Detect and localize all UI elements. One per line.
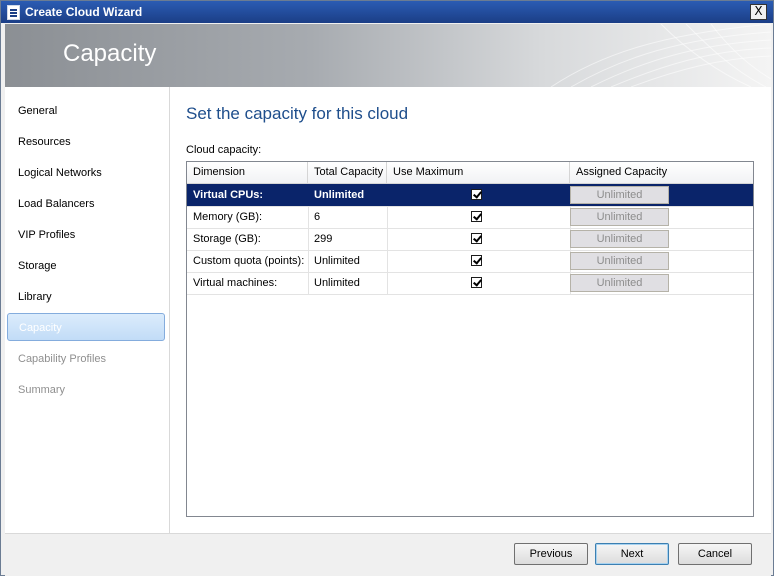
sidebar-item-summary: Summary xyxy=(18,384,66,396)
table-row[interactable]: Memory (GB): 6 Unlimited xyxy=(187,206,753,229)
decorative-wave-graphic xyxy=(550,24,771,87)
column-divider xyxy=(387,250,388,272)
sidebar-item-resources[interactable]: Resources xyxy=(7,128,165,156)
cell-dimension: Memory (GB): xyxy=(193,211,263,223)
use-maximum-checkbox[interactable] xyxy=(471,277,482,288)
sidebar-item-load-balancers[interactable]: Load Balancers xyxy=(7,190,165,218)
column-header-total-capacity[interactable]: Total Capacity xyxy=(308,162,387,183)
next-button[interactable]: Next xyxy=(595,543,669,565)
app-icon xyxy=(7,5,20,20)
use-maximum-checkbox[interactable] xyxy=(471,255,482,266)
assigned-capacity-field: Unlimited xyxy=(570,186,669,204)
column-header-assigned-capacity[interactable]: Assigned Capacity xyxy=(570,162,753,183)
wizard-footer: Previous Next Cancel xyxy=(5,533,771,576)
title-bar: Create Cloud Wizard X xyxy=(1,1,773,23)
window-title: Create Cloud Wizard xyxy=(25,5,143,19)
sidebar-item-vip-profiles[interactable]: VIP Profiles xyxy=(7,221,165,249)
column-header-dimension[interactable]: Dimension xyxy=(187,162,308,183)
use-maximum-checkbox[interactable] xyxy=(471,211,482,222)
sidebar-item-capacity[interactable]: Capacity xyxy=(7,313,165,341)
previous-button[interactable]: Previous xyxy=(514,543,588,565)
sidebar-item-logical-networks[interactable]: Logical Networks xyxy=(7,159,165,187)
table-row[interactable]: Virtual CPUs: Unlimited Unlimited xyxy=(187,184,753,207)
column-divider xyxy=(387,272,388,294)
wizard-sidebar: General Resources Logical Networks Load … xyxy=(5,87,170,533)
cell-total-capacity: 299 xyxy=(314,233,333,245)
assigned-capacity-field: Unlimited xyxy=(570,208,669,226)
grid-header: Dimension Total Capacity Use Maximum Ass… xyxy=(187,162,753,184)
assigned-capacity-field: Unlimited xyxy=(570,252,669,270)
table-row[interactable]: Storage (GB): 299 Unlimited xyxy=(187,228,753,251)
assigned-capacity-field: Unlimited xyxy=(570,274,669,292)
column-divider xyxy=(387,228,388,250)
cell-dimension: Virtual CPUs: xyxy=(193,189,264,201)
cell-dimension: Custom quota (points): xyxy=(193,255,305,267)
use-maximum-checkbox[interactable] xyxy=(471,233,482,244)
cloud-capacity-label: Cloud capacity: xyxy=(186,144,262,156)
column-divider xyxy=(387,206,388,228)
cell-total-capacity: Unlimited xyxy=(314,255,360,267)
table-row[interactable]: Virtual machines: Unlimited Unlimited xyxy=(187,272,753,295)
wizard-window: Create Cloud Wizard X Capacity General R… xyxy=(0,0,774,576)
banner-heading: Capacity xyxy=(63,40,157,67)
sidebar-item-capability-profiles: Capability Profiles xyxy=(18,353,107,365)
cancel-button[interactable]: Cancel xyxy=(678,543,752,565)
assigned-capacity-field: Unlimited xyxy=(570,230,669,248)
cell-dimension: Virtual machines: xyxy=(193,277,278,289)
wizard-content: Set the capacity for this cloud Cloud ca… xyxy=(170,87,771,533)
cell-total-capacity: 6 xyxy=(314,211,321,223)
cell-dimension: Storage (GB): xyxy=(193,233,261,245)
close-button[interactable]: X xyxy=(750,4,767,20)
page-title: Set the capacity for this cloud xyxy=(186,104,409,123)
wizard-banner: Capacity xyxy=(5,24,771,87)
capacity-grid[interactable]: Dimension Total Capacity Use Maximum Ass… xyxy=(186,161,754,517)
cell-total-capacity: Unlimited xyxy=(314,277,360,289)
sidebar-item-general[interactable]: General xyxy=(7,97,165,125)
sidebar-item-storage[interactable]: Storage xyxy=(7,252,165,280)
use-maximum-checkbox[interactable] xyxy=(471,189,482,200)
cell-total-capacity: Unlimited xyxy=(314,189,365,201)
column-divider xyxy=(387,184,388,206)
sidebar-item-library[interactable]: Library xyxy=(7,283,165,311)
column-header-use-maximum[interactable]: Use Maximum xyxy=(387,162,570,183)
table-row[interactable]: Custom quota (points): Unlimited Unlimit… xyxy=(187,250,753,273)
